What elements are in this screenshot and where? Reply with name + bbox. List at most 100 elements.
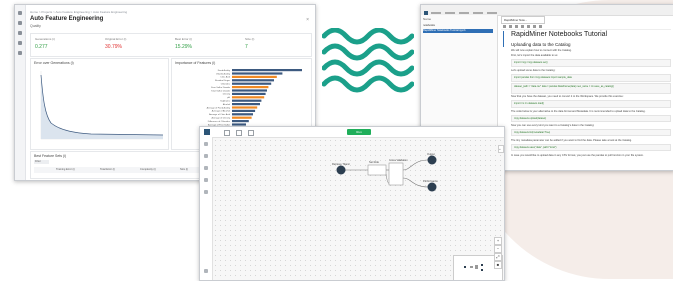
parameters-icon[interactable] (204, 166, 208, 170)
file-item[interactable]: notebooks (423, 24, 493, 28)
zoom-in-button[interactable]: + (494, 237, 502, 245)
text-cell[interactable]: The code below is your alternative to th… (511, 110, 646, 113)
cut-icon[interactable] (515, 25, 518, 28)
projects-icon[interactable] (18, 21, 22, 25)
col-total-error[interactable]: Total Error (i) (100, 168, 115, 171)
error-curve-chart (40, 71, 164, 140)
tab-notebook[interactable]: RapidMiner Note... (501, 16, 545, 24)
text-cell[interactable]: First, let's import the data available t… (511, 54, 558, 57)
file-item-selected[interactable]: RapidMiner Notebooks Tutorial.ipynb (423, 29, 493, 33)
fit-view-button[interactable]: ⤢ (494, 253, 502, 261)
set-role-operator-node (367, 164, 387, 176)
settings-icon[interactable] (204, 269, 208, 273)
table-title: Best Feature Sets (i) (34, 154, 67, 158)
operator-label[interactable]: Retrieve Titanic (332, 163, 350, 166)
feature-importance-bar (232, 109, 256, 112)
notebook-toolbar (501, 24, 671, 30)
left-nav-rail (15, 5, 26, 180)
feature-label: Sulphates (220, 100, 231, 103)
designer-toolbar: Run (200, 127, 504, 138)
operator-label[interactable]: Cross Validation (389, 159, 408, 162)
code-cell[interactable]: import rm rm.datasets.load() (511, 100, 671, 108)
stop-icon[interactable] (539, 25, 542, 28)
feature-importance-bar (232, 120, 249, 123)
help-icon[interactable] (204, 178, 208, 182)
paste-icon[interactable] (527, 25, 530, 28)
operator-label[interactable]: Output (427, 153, 435, 156)
code-cell[interactable]: import pandas from rmpy.datasets import … (511, 74, 671, 82)
text-cell[interactable]: The tiny metadata parameter can be added… (511, 139, 632, 142)
home-icon[interactable] (18, 11, 22, 15)
run-cell-icon[interactable] (533, 25, 536, 28)
open-icon[interactable] (236, 130, 242, 136)
feature-label: Fixed Acidity (218, 69, 231, 72)
retrieve-operator-node (336, 165, 346, 175)
feature-label: Total Sulfur Dioxide (211, 89, 231, 92)
operator-label[interactable]: Set Role (369, 161, 379, 164)
minimap-toggle-button[interactable]: ■ (494, 261, 502, 269)
copy-icon[interactable] (521, 25, 524, 28)
text-cell[interactable]: Now you can use every kind you want to a… (511, 124, 594, 127)
feature-importance-bar (232, 116, 252, 119)
operators-icon[interactable] (204, 142, 208, 146)
feature-importance-bar (232, 92, 266, 95)
add-cell-icon[interactable] (509, 25, 512, 28)
page-title: Auto Feature Engineering (30, 16, 104, 22)
code-cell[interactable]: import rmpy rmpy.datasets.set() (511, 59, 671, 67)
collapse-panel-tab[interactable]: « (498, 145, 504, 153)
feature-label: Citric Acid (220, 76, 231, 79)
feature-label: Chlorides (221, 83, 231, 86)
filter-button[interactable]: Filter (34, 160, 49, 164)
data-icon[interactable] (18, 31, 22, 35)
save-icon[interactable] (503, 25, 506, 28)
models-icon[interactable] (18, 41, 22, 45)
col-training-error[interactable]: Training Error (i) (56, 168, 75, 171)
feature-importance-bar (232, 86, 269, 89)
feature-importance-bar (232, 79, 274, 82)
notebook-content: RapidMiner Notebooks Tutorial Uploading … (505, 31, 671, 170)
code-cell[interactable]: rmpy.datasets.upload(dataset) (511, 115, 671, 122)
feature-label: Difference of Chlorides (208, 120, 231, 123)
text-cell[interactable]: Let's upload some data to the Catalog: (511, 69, 555, 72)
close-icon[interactable]: × (306, 17, 309, 23)
code-cell[interactable]: dataset_path = "data.csv" data = pandas.… (511, 83, 671, 94)
run-button[interactable]: Run (347, 129, 371, 135)
text-cell[interactable]: We will now explain how to connect with … (511, 49, 572, 52)
notebook-title: RapidMiner Notebooks Tutorial (511, 31, 608, 38)
rapidminer-logo-icon (204, 129, 210, 135)
feature-label: Average of Fixed Acidity (207, 106, 231, 109)
operator-label[interactable]: Performance (423, 180, 438, 183)
process-canvas[interactable]: Retrieve Titanic Set Role Cross Validati… (213, 138, 503, 280)
designer-left-rail (200, 137, 213, 280)
performance-node (427, 182, 437, 192)
zoom-out-button[interactable]: − (494, 245, 502, 253)
metric-generations: Generations (i) 0.277 (35, 37, 55, 50)
settings-icon[interactable] (18, 51, 22, 55)
feature-importance-bar (232, 89, 267, 92)
feature-label: Alcohol (223, 103, 231, 106)
pause-icon[interactable] (248, 130, 254, 136)
feature-label: Residual Sugar (215, 79, 230, 82)
metrics-row: Generations (i) 0.277 Original Error (i) 3… (30, 33, 312, 57)
feature-importance-bar (232, 106, 258, 109)
col-size[interactable]: Size (i) (180, 168, 188, 171)
history-icon[interactable] (204, 190, 208, 194)
feature-importance-bar (232, 99, 262, 102)
text-cell[interactable]: Now that you have the dataset, you need … (511, 95, 624, 98)
metric-size: Size (i) 7 (245, 37, 255, 50)
feature-importance-bar (232, 96, 265, 99)
new-process-icon[interactable] (224, 130, 230, 136)
active-cell-indicator (503, 31, 504, 47)
error-over-generations-panel: Error over Generations (i) (30, 58, 169, 150)
feature-importance-bar (232, 69, 302, 72)
feature-label: Average of Density (212, 117, 231, 120)
repository-icon[interactable] (204, 154, 208, 158)
breadcrumb[interactable]: Home > Projects > Auto Feature Engineeri… (30, 10, 127, 14)
text-cell[interactable]: In case you would like to upload data in… (511, 154, 644, 157)
col-complexity[interactable]: Complexity (i) (140, 168, 156, 171)
code-cell[interactable]: rmpy.datasets.list(metadata=True) (511, 129, 671, 136)
feature-label: Free Sulfur Dioxide (211, 86, 231, 89)
code-cell[interactable]: rmpy.datasets.save("data", path="local") (511, 144, 671, 151)
cross-validation-operator-node (388, 162, 404, 186)
feature-label: Average of Citric Acid (209, 113, 231, 116)
